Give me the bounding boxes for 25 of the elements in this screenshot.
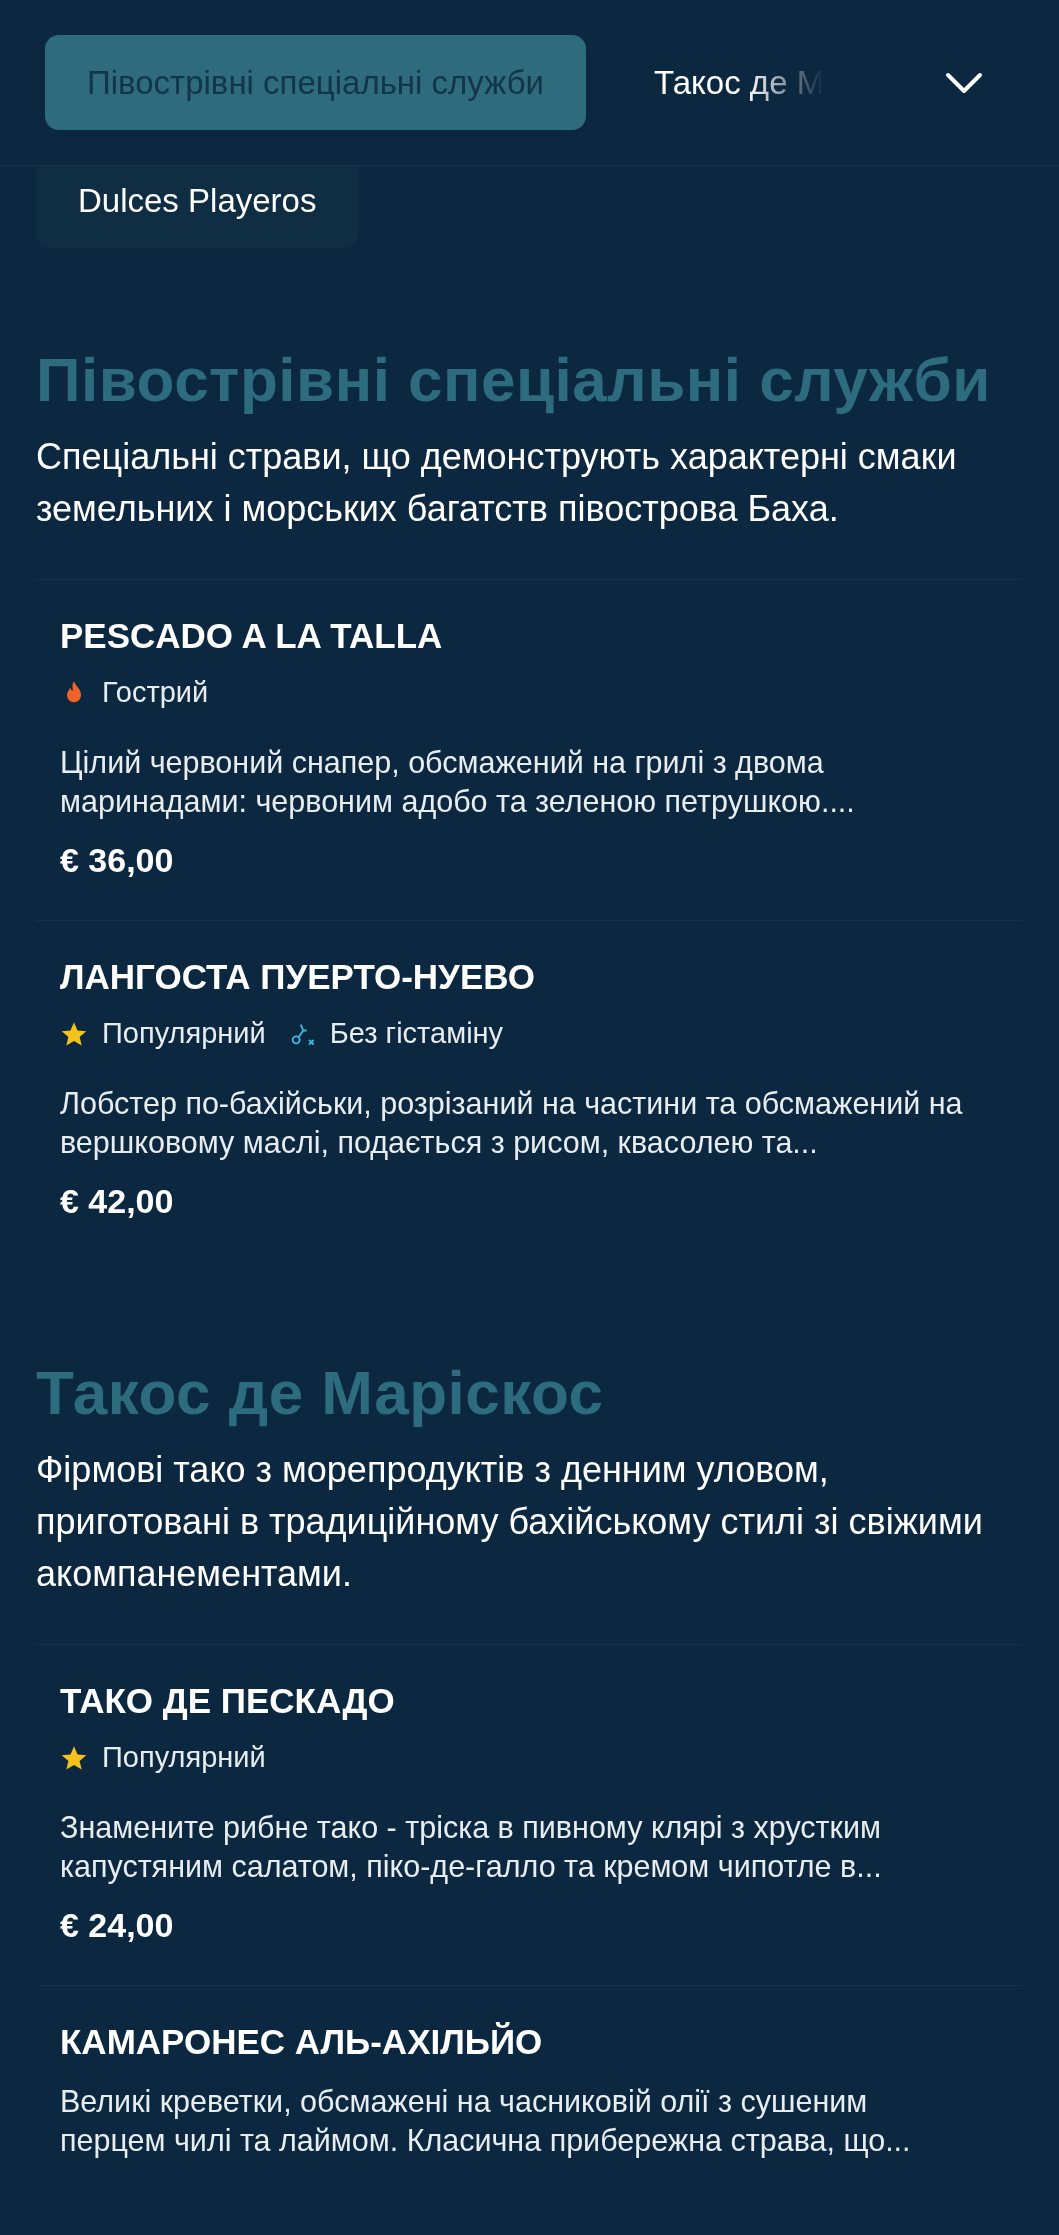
tag-label: Популярний bbox=[102, 1741, 266, 1774]
menu-item[interactable]: КАМАРОНЕС АЛЬ-АХІЛЬЙО Великі креветки, обсмажені на часниковій олії з сушеним перцем чилі та лаймом. Класична прибережна страва, що... bbox=[36, 1985, 1023, 2220]
tag-label: Гострий bbox=[102, 676, 209, 709]
item-description: Знамените рибне тако - тріска в пивному клярі з хрустким капустяним салатом, піко-де-галло та кремом чипотле в... bbox=[60, 1809, 883, 1886]
menu-item[interactable]: PESCADO A LA TALLA Гострий Цілий червоний снапер, обсмажений на грилі з двома маринадами: червоним адобо та зеленою петрушкою.... € 36,00 bbox=[36, 579, 1023, 920]
item-description: Цілий червоний снапер, обсмажений на грилі з двома маринадами: червоним адобо та зеленою петрушкою.... bbox=[60, 744, 856, 821]
category-chip[interactable]: Dulces Playeros bbox=[36, 166, 359, 248]
item-name: КАМАРОНЕС АЛЬ-АХІЛЬЙО bbox=[60, 2022, 544, 2062]
section-title: Такос де Маріскос bbox=[36, 1357, 605, 1428]
item-description: Лобстер по-бахійськи, розрізаний на частини та обсмажений на вершковому маслі, подається з рисом, квасолею та... bbox=[60, 1085, 964, 1162]
item-name: ЛАНГОСТА ПУЕРТО-НУЕВО bbox=[60, 957, 536, 997]
section-title: Півострівні спеціальні служби bbox=[36, 344, 992, 415]
item-description: Великі креветки, обсмажені на часниковій олії з сушеним перцем чилі та лаймом. Класична прибережна страва, що... bbox=[60, 2083, 912, 2160]
item-name: PESCADO A LA TALLA bbox=[60, 616, 444, 656]
menu-item[interactable]: ЛАНГОСТА ПУЕРТО-НУЕВО Популярний Без гістаміну Лобстер по-бахійськи, розрізаний на частини та обсмажений на вершковому маслі, подається з рисом, квасолею та... € 42,00 bbox=[36, 920, 1023, 1261]
category-tab[interactable]: Такос де М bbox=[654, 35, 825, 130]
section-description: Спеціальні страви, що демонструють характерні смаки земельних і морських багатств півострова Баха. bbox=[36, 435, 958, 531]
item-name: ТАКО ДЕ ПЕСКАДО bbox=[60, 1681, 396, 1721]
menu-item[interactable]: ТАКО ДЕ ПЕСКАДО Популярний Знамените рибне тако - тріска в пивному клярі з хрустким капустяним салатом, піко-де-галло та кремом чипотле в... € 24,00 bbox=[36, 1644, 1023, 1985]
item-price: € 36,00 bbox=[60, 841, 175, 880]
tag-label: Без гістаміну bbox=[329, 1017, 504, 1050]
section-description: Фірмові тако з морепродуктів з денним уловом, приготовані в традиційному бахійському стилі зі свіжими акомпанементами. bbox=[36, 1448, 984, 1596]
item-price: € 42,00 bbox=[60, 1182, 175, 1221]
tag-label: Популярний bbox=[102, 1017, 266, 1050]
item-price: € 24,00 bbox=[60, 1906, 175, 1945]
